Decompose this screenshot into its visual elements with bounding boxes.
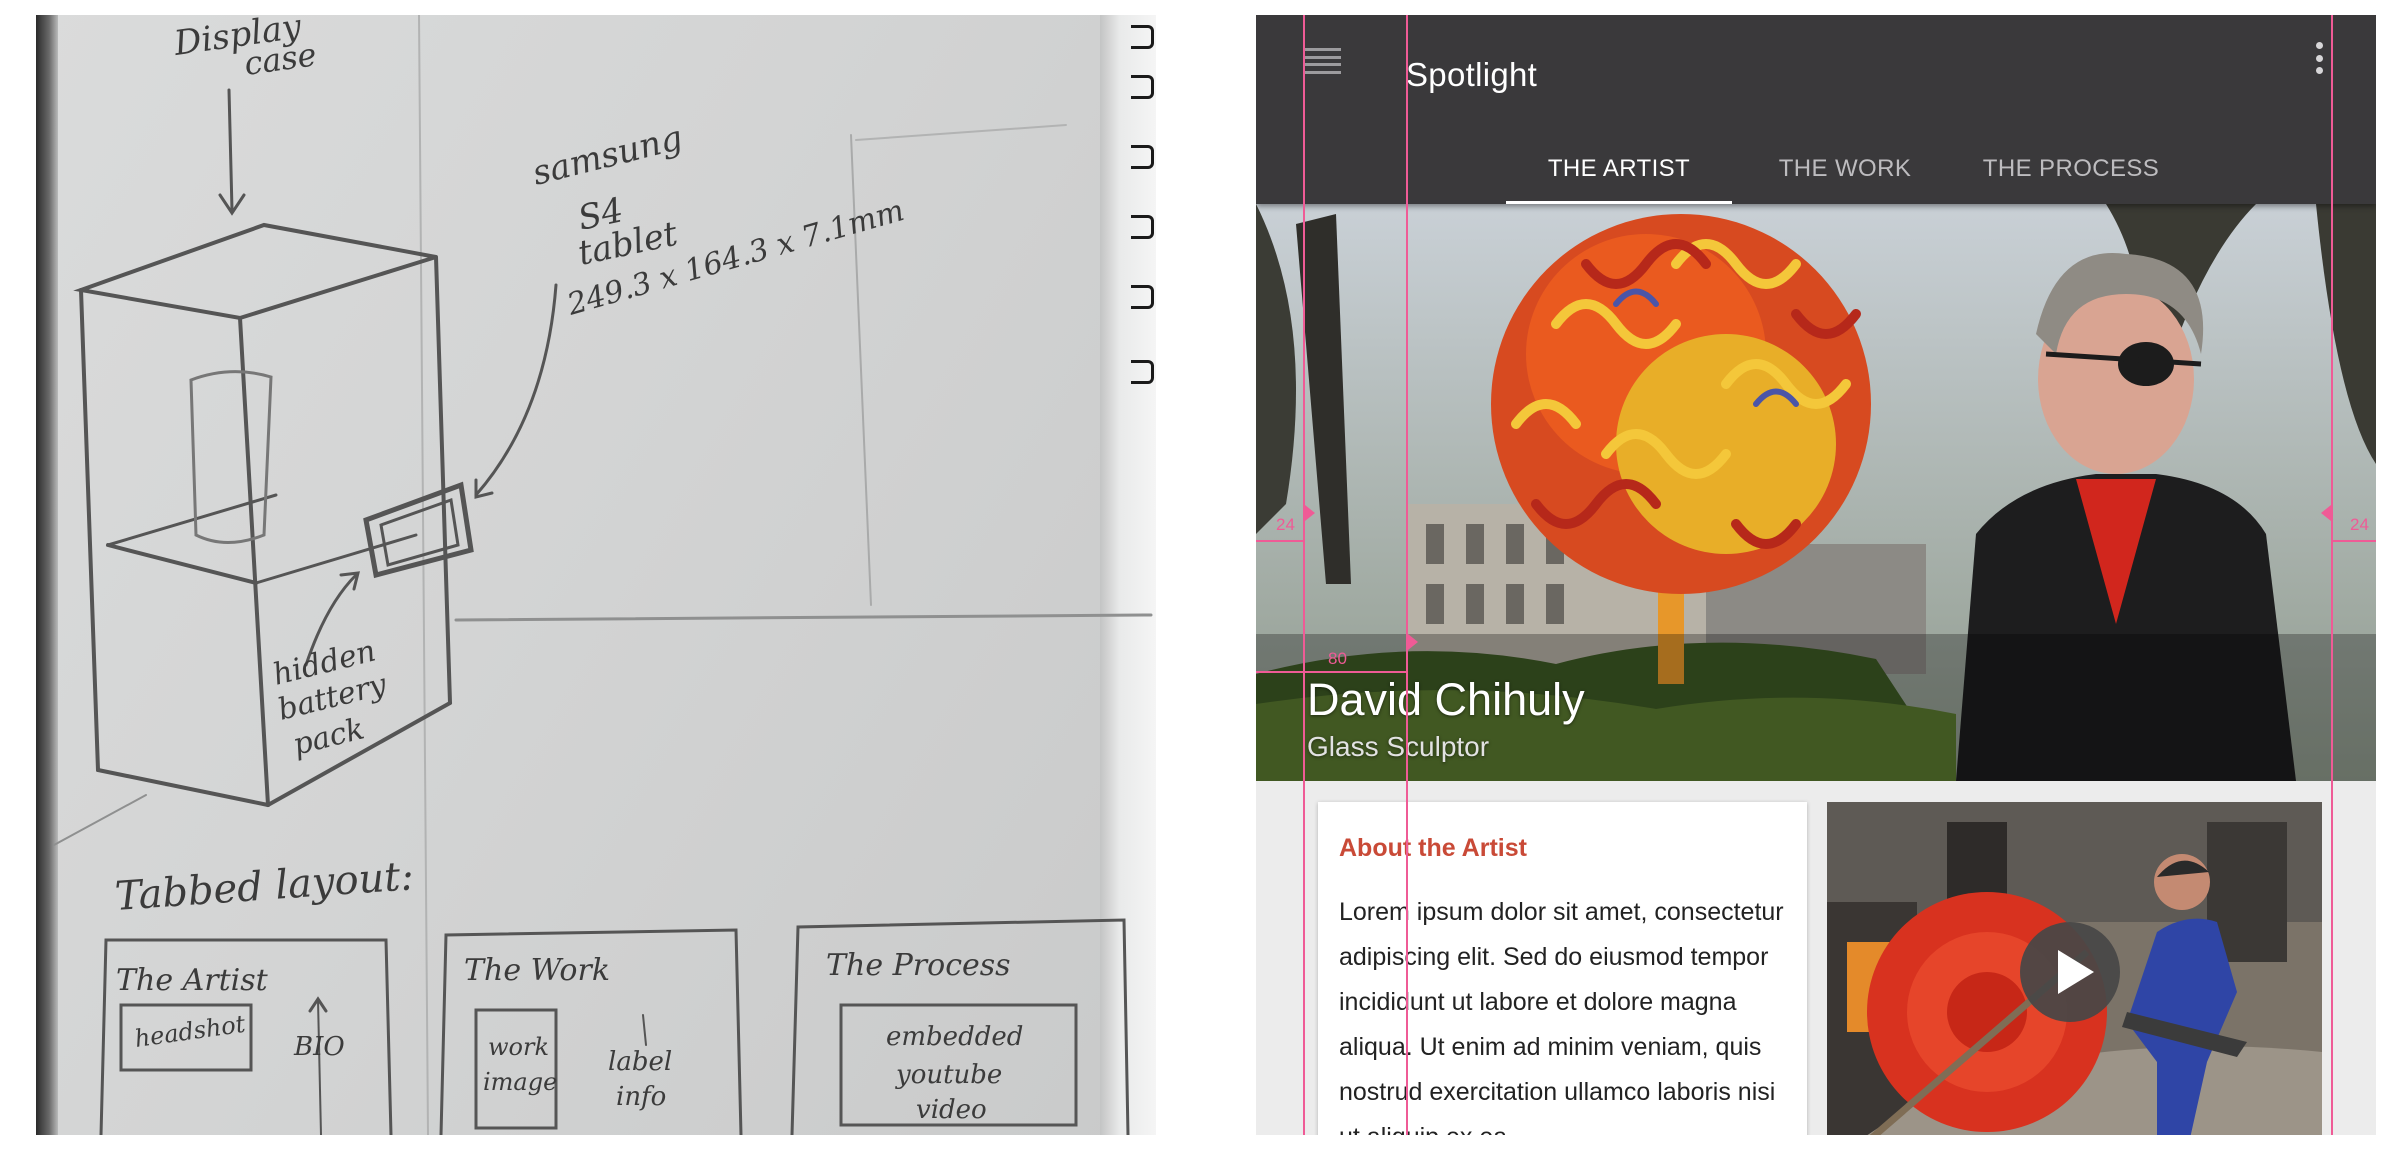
wireframe-work-box-line1: work bbox=[488, 1033, 549, 1061]
wireframe-process-box-line3: video bbox=[916, 1095, 987, 1125]
keyline-marker bbox=[1305, 505, 1315, 521]
tab-the-work[interactable]: THE WORK bbox=[1732, 133, 1958, 204]
keyline-marker bbox=[1408, 634, 1418, 650]
about-artist-body: Lorem ipsum dolor sit amet, consectetur … bbox=[1339, 898, 1784, 1135]
left-margin-keyline bbox=[1303, 15, 1305, 1135]
content-offset-measure-line bbox=[1256, 671, 1406, 673]
wireframe-work-note-line2: info bbox=[616, 1082, 666, 1112]
content-keyline bbox=[1406, 15, 1408, 1135]
play-icon[interactable] bbox=[2020, 922, 2120, 1022]
wireframe-process-box-line1: embedded bbox=[886, 1022, 1023, 1052]
app-title: Spotlight bbox=[1406, 56, 1538, 93]
spotlight-app-mockup: Spotlight THE ARTIST THE WORK THE PROCES… bbox=[1256, 15, 2376, 1135]
wireframe-work-heading: The Work bbox=[464, 953, 610, 988]
note-tabbed-layout: Tabbed layout: bbox=[113, 853, 415, 920]
about-artist-card: About the Artist Lorem ipsum dolor sit a… bbox=[1318, 802, 1807, 1135]
hero-image: David Chihuly Glass Sculptor bbox=[1256, 204, 2376, 781]
app-bar: Spotlight THE ARTIST THE WORK THE PROCES… bbox=[1256, 15, 2376, 204]
artist-name: David Chihuly bbox=[1307, 674, 1585, 725]
wireframe-artist-box: headshot bbox=[133, 1010, 247, 1053]
left-margin-label: 24 bbox=[1276, 515, 1295, 534]
keyline-marker bbox=[2321, 505, 2331, 521]
wireframe-artist-heading: The Artist bbox=[116, 963, 269, 998]
video-thumbnail[interactable] bbox=[1827, 802, 2322, 1135]
right-margin-measure-line bbox=[2333, 540, 2376, 542]
wireframe-work-box-line2: image bbox=[483, 1068, 557, 1096]
wireframe-artist-note: BIO bbox=[293, 1032, 345, 1062]
concept-sketch-photo: Display case samsung S4 tablet 249.3 x 1… bbox=[36, 15, 1156, 1135]
right-margin-keyline bbox=[2331, 15, 2333, 1135]
note-tablet-line1: samsung bbox=[529, 118, 687, 194]
wireframe-process-heading: The Process bbox=[826, 948, 1011, 983]
wireframe-work-note-line1: label bbox=[608, 1047, 672, 1077]
menu-icon[interactable] bbox=[1305, 48, 1341, 74]
pencil-drawing: Display case samsung S4 tablet 249.3 x 1… bbox=[53, 15, 1153, 1135]
tab-the-process[interactable]: THE PROCESS bbox=[1958, 133, 2184, 204]
wireframe-process-box-line2: youtube bbox=[895, 1060, 1002, 1090]
right-margin-label: 24 bbox=[2350, 515, 2369, 534]
about-artist-title: About the Artist bbox=[1339, 834, 1527, 862]
content-offset-label: 80 bbox=[1328, 649, 1347, 668]
tab-bar: THE ARTIST THE WORK THE PROCESS bbox=[1256, 133, 2376, 204]
left-margin-measure-line bbox=[1256, 540, 1303, 542]
tab-the-artist[interactable]: THE ARTIST bbox=[1506, 133, 1732, 204]
more-vert-icon[interactable] bbox=[2316, 42, 2324, 74]
artist-role: Glass Sculptor bbox=[1307, 731, 1490, 762]
